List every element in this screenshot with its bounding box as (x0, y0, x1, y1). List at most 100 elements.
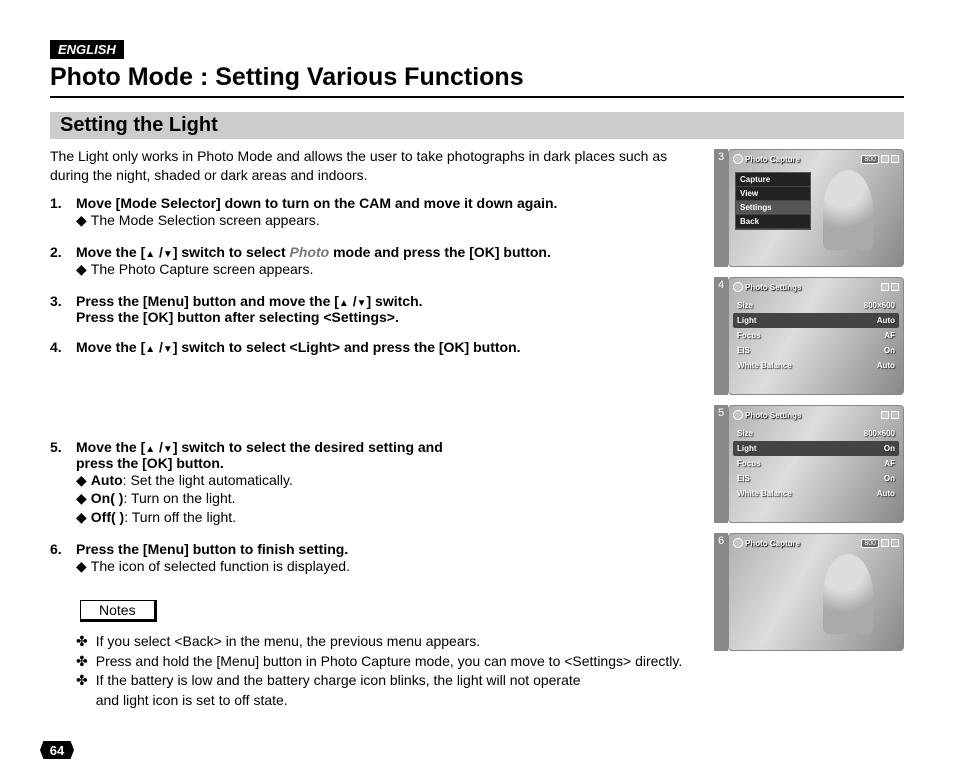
screen-title: Photo Settings (745, 283, 801, 292)
step-4: 4. Move the [ /] switch to select <Light… (50, 339, 690, 425)
setting-val: On (884, 474, 895, 483)
step-num: 3. (50, 293, 76, 325)
down-arrow-icon (163, 244, 173, 260)
setting-key: Size (737, 429, 753, 438)
step-1: 1.Move [Mode Selector] down to turn on t… (50, 195, 690, 230)
language-badge: ENGLISH (50, 40, 124, 59)
diamond-bullet: ◆ (76, 489, 87, 508)
down-arrow-icon (357, 293, 367, 309)
mode-name: Photo (290, 244, 330, 260)
camera-icon (733, 538, 743, 548)
menu-item: View (736, 187, 810, 201)
step-sub: The icon of selected function is display… (91, 557, 350, 576)
step-sub: Off( ): Turn off the light. (91, 508, 236, 527)
status-icon (881, 155, 889, 163)
page-title: Photo Mode : Setting Various Functions (50, 63, 904, 98)
up-arrow-icon (145, 244, 155, 260)
screen-title: Photo Capture (745, 539, 800, 548)
setting-key: Focus (737, 459, 761, 468)
setting-val: 800×600 (864, 429, 895, 438)
settings-list: Size 800×600 Light On Focus AF EIS On White … (733, 426, 899, 501)
setting-key: EIS (737, 474, 750, 483)
status-icon (881, 539, 889, 547)
intro-text: The Light only works in Photo Mode and a… (50, 147, 690, 185)
page-number: 64 (40, 741, 74, 759)
camera-icon (733, 154, 743, 164)
settings-list: Size800×600 LightAuto FocusAF EISOn Whit… (733, 298, 899, 373)
diamond-bullet: ◆ (76, 471, 87, 490)
step-num: 2. (50, 244, 76, 260)
down-arrow-icon (163, 439, 173, 455)
battery-icon (891, 411, 899, 419)
camera-icon (733, 410, 743, 420)
step-num: 4. (50, 339, 76, 355)
battery-icon (891, 283, 899, 291)
plus-bullet: ✤ (76, 652, 88, 672)
diamond-bullet: ◆ (76, 508, 87, 527)
menu-item: Capture (736, 173, 810, 187)
setting-val: AF (884, 459, 895, 468)
step-2: 2. Move the [ /] switch to select Photo … (50, 244, 690, 279)
setting-val: 800×600 (864, 301, 895, 310)
setting-val: Auto (877, 489, 895, 498)
step-text: Move the [ /] switch to select Photo mod… (76, 244, 690, 260)
context-menu: Capture View Settings Back (735, 172, 811, 230)
photo-placeholder (823, 170, 873, 250)
step-sub: The Mode Selection screen appears. (91, 211, 320, 230)
battery-icon (891, 539, 899, 547)
photo-placeholder (823, 554, 873, 634)
status-icon (881, 411, 889, 419)
step-num: 6. (50, 541, 76, 557)
up-arrow-icon (145, 439, 155, 455)
plus-bullet: ✤ (76, 632, 88, 652)
step-3: 3. Press the [Menu] button and move the … (50, 293, 690, 325)
setting-val: Auto (877, 316, 895, 325)
setting-key: White Balance (737, 361, 792, 370)
menu-item-selected: Settings (736, 201, 810, 215)
note-text: If the battery is low and the battery ch… (96, 671, 581, 691)
screenshot-label: 6 (714, 533, 728, 651)
screenshot-label: 3 (714, 149, 728, 267)
notes-list: ✤If you select <Back> in the menu, the p… (50, 632, 704, 710)
camera-icon (733, 282, 743, 292)
screenshot-label: 5 (714, 405, 728, 523)
step-5: 5. Move the [ /] switch to select the de… (50, 439, 690, 528)
screenshot-4: Photo Settings Size800×600 LightAuto Foc… (728, 277, 904, 395)
note-text: and light icon is set to off state. (96, 691, 288, 711)
step-sub: On( ): Turn on the light. (91, 489, 236, 508)
setting-key: Light (737, 316, 757, 325)
screenshot-6: Photo Capture 800 (728, 533, 904, 651)
screenshot-5: Photo Settings Size 800×600 Light On Focus… (728, 405, 904, 523)
up-arrow-icon (339, 293, 349, 309)
setting-key: Focus (737, 331, 761, 340)
step-sub: Auto: Set the light automatically. (91, 471, 293, 490)
screenshot-label: 4 (714, 277, 728, 395)
setting-key: White Balance (737, 489, 792, 498)
resolution-badge: 800 (861, 155, 879, 164)
step-sub: The Photo Capture screen appears. (91, 260, 314, 279)
diamond-bullet: ◆ (76, 260, 87, 279)
down-arrow-icon (163, 339, 173, 355)
menu-item: Back (736, 215, 810, 229)
step-num: 5. (50, 439, 76, 471)
plus-bullet: ✤ (76, 671, 88, 691)
steps-list: 1.Move [Mode Selector] down to turn on t… (50, 195, 704, 576)
notes-heading: Notes (80, 600, 157, 622)
setting-val: AF (884, 331, 895, 340)
section-title: Setting the Light (50, 112, 904, 139)
setting-val: On (884, 444, 895, 453)
step-text: Move the [ /] switch to select <Light> a… (76, 339, 690, 355)
screen-title: Photo Settings (745, 411, 801, 420)
note-text: Press and hold the [Menu] button in Phot… (96, 652, 683, 672)
setting-val: On (884, 346, 895, 355)
up-arrow-icon (145, 339, 155, 355)
battery-icon (891, 155, 899, 163)
step-6: 6.Press the [Menu] button to finish sett… (50, 541, 690, 576)
status-icon (881, 283, 889, 291)
step-text: Press the [Menu] button to finish settin… (76, 541, 690, 557)
setting-val: Auto (877, 361, 895, 370)
step-text: Move the [ /] switch to select the desir… (76, 439, 690, 471)
step-text: Press the [Menu] button and move the [ /… (76, 293, 690, 325)
resolution-badge: 800 (861, 539, 879, 548)
setting-key: Light (737, 444, 757, 453)
